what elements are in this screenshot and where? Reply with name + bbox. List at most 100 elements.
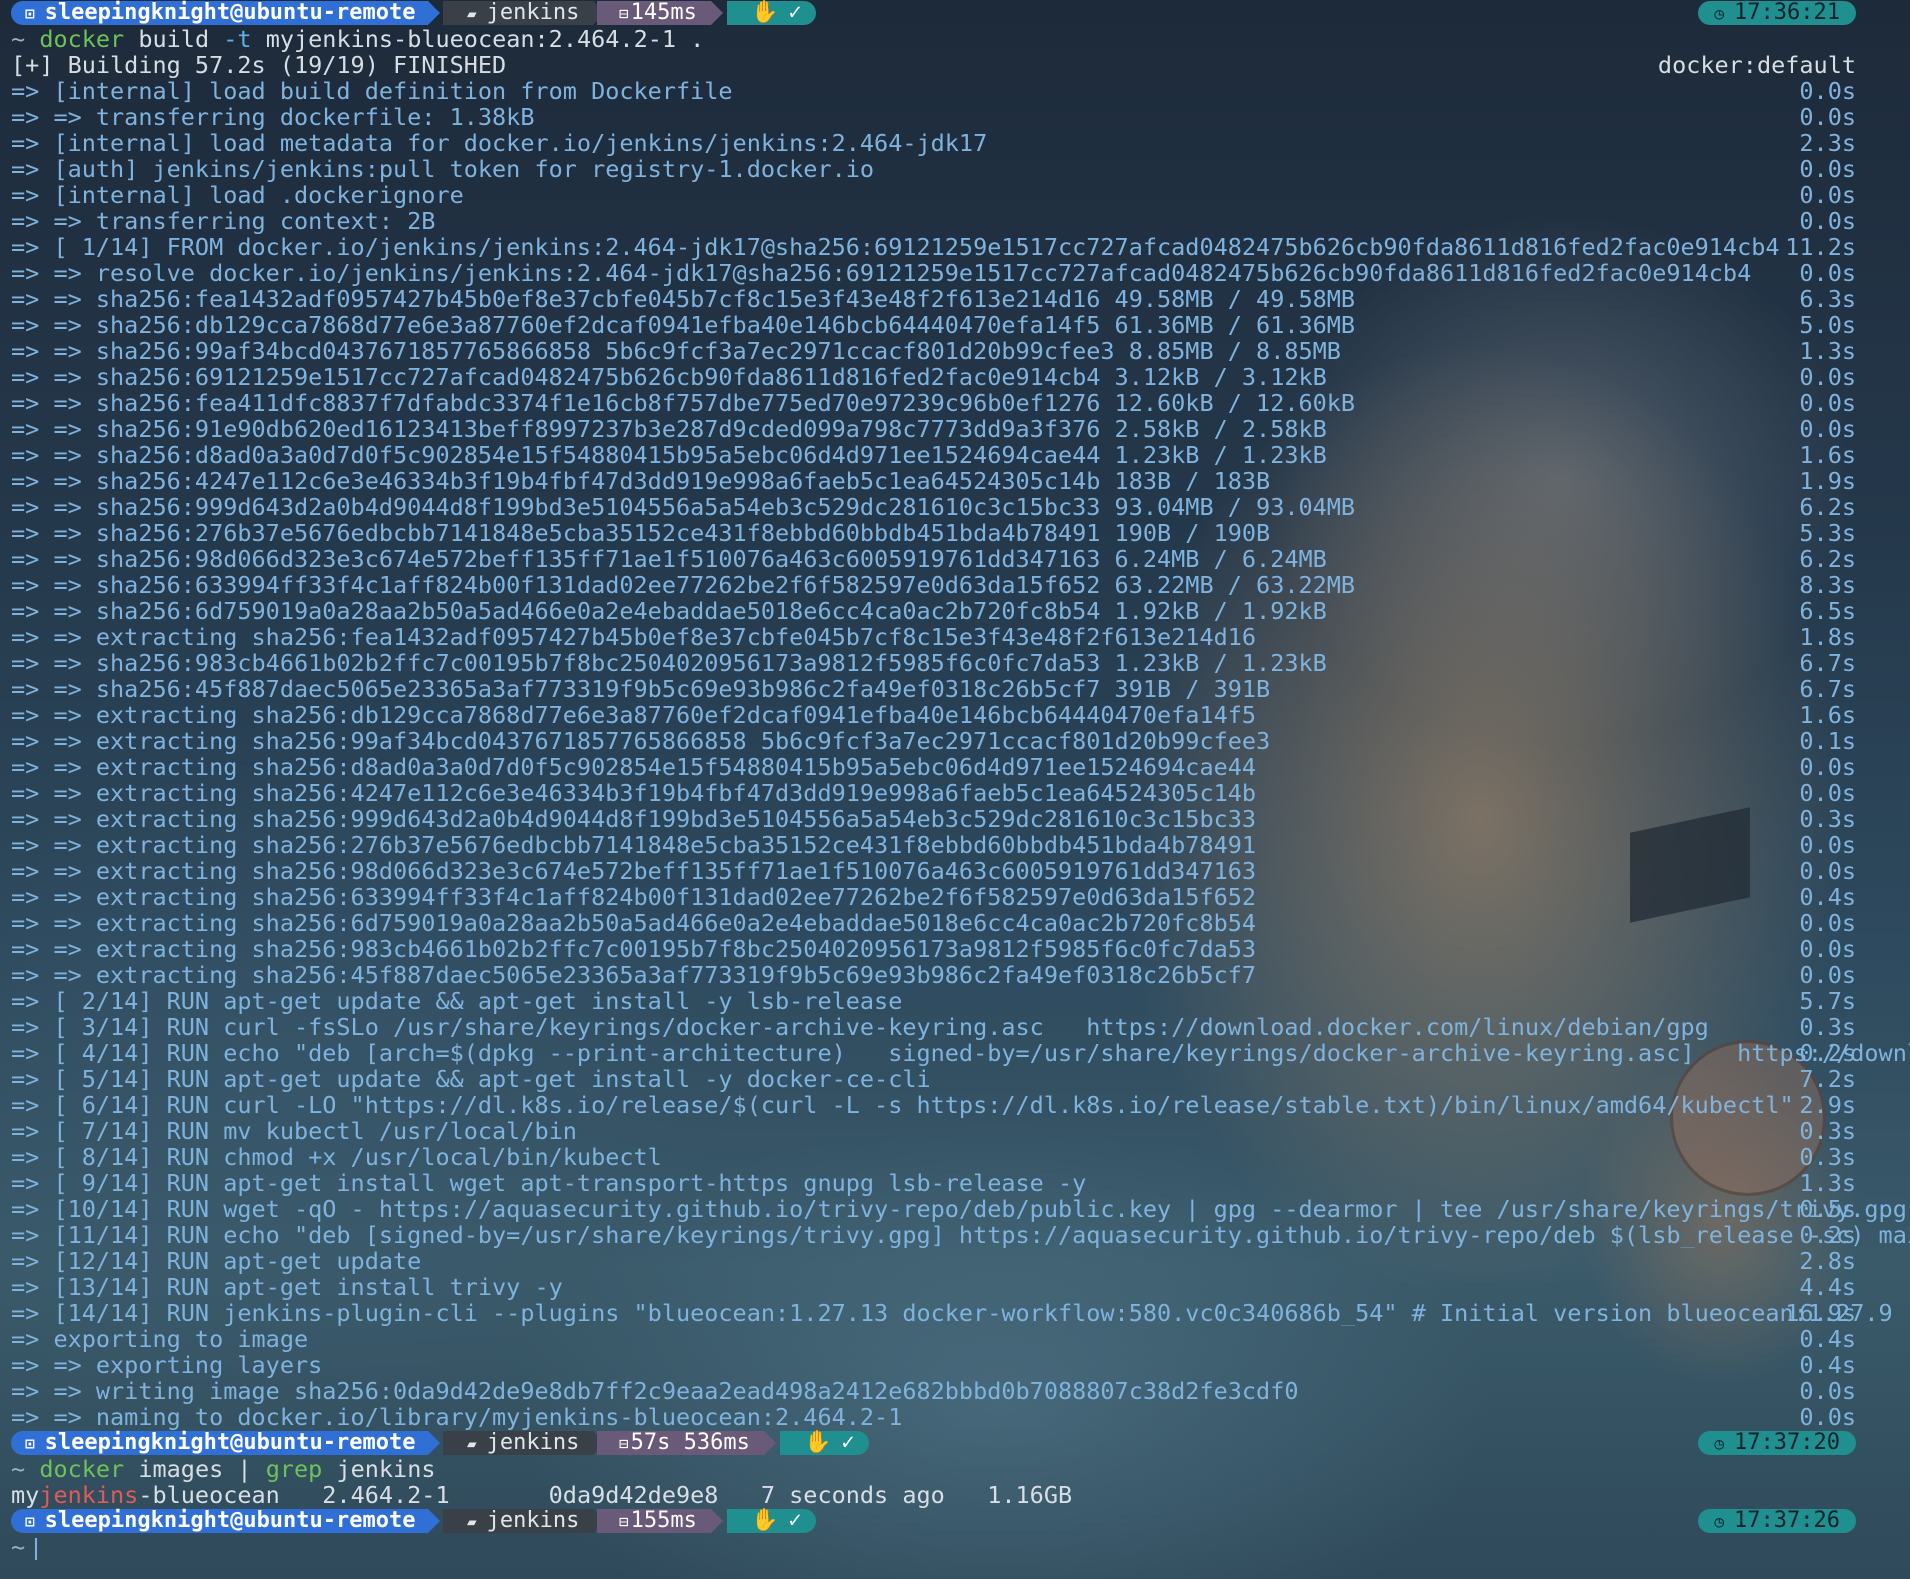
log-line-duration: 0.3s — [1799, 806, 1856, 832]
log-line-duration: 0.0s — [1799, 182, 1856, 208]
log-line-duration: 0.0s — [1799, 754, 1856, 780]
clock-icon: ◷ — [1714, 4, 1725, 23]
log-line: => => sha256:91e90db620ed16123413beff899… — [0, 416, 1910, 442]
log-line: => [ 4/14] RUN echo "deb [arch=$(dpkg --… — [0, 1040, 1910, 1066]
prompt-tilde: ~ — [11, 25, 26, 53]
log-line-text: => => sha256:99af34bcd043767185776586685… — [11, 338, 1341, 364]
log-line: => [auth] jenkins/jenkins:pull token for… — [0, 156, 1910, 182]
log-line: => [13/14] RUN apt-get install trivy -y 4… — [0, 1274, 1910, 1300]
prompt-dir: jenkins — [486, 0, 580, 25]
command-line[interactable]: ~ docker images | grep jenkins — [0, 1456, 1910, 1482]
clock-icon: ◷ — [1714, 1512, 1725, 1531]
log-line-duration: 8.3s — [1799, 572, 1856, 598]
command-grep: grep — [265, 1455, 323, 1483]
prompt-status-segment: ✋ ✓ — [780, 1431, 869, 1455]
prompt-status: ✓ — [788, 0, 802, 25]
build-header: [+] Building 57.2s (19/19) FINISHED docke… — [0, 52, 1910, 78]
prompt-bar: ⊡ sleepingknight@ubuntu-remote ▰ jenkins ⊟… — [0, 1508, 1910, 1534]
log-line-text: => => extracting sha256:d8ad0a3a0d7d0f5c… — [11, 754, 1257, 780]
log-line: => [internal] load .dockerignore 0.0s — [0, 182, 1910, 208]
log-line: => => extracting sha256:d8ad0a3a0d7d0f5c… — [0, 754, 1910, 780]
log-line-text: => => sha256:983cb4661b02b2ffc7c00195b7f… — [11, 650, 1327, 676]
log-line-text: => [ 2/14] RUN apt-get update && apt-get… — [11, 988, 903, 1014]
log-line-duration: 0.2s — [1799, 1222, 1856, 1248]
command-line[interactable]: ~ docker build -t myjenkins-blueocean:2.… — [0, 26, 1910, 52]
terminal-window[interactable]: ⊡ sleepingknight@ubuntu-remote ▰ jenkins ⊟… — [0, 0, 1910, 1579]
prompt-time-segment: ⊟155ms — [597, 1508, 723, 1533]
log-line-text: => => extracting sha256:6d759019a0a28aa2… — [11, 910, 1257, 936]
log-line-text: => => resolve docker.io/jenkins/jenkins:… — [11, 260, 1752, 286]
log-line-duration: 0.0s — [1799, 260, 1856, 286]
log-line: => => extracting sha256:983cb4661b02b2ff… — [0, 936, 1910, 962]
log-line-text: => => sha256:fea1432adf0957427b45b0ef8e3… — [11, 286, 1356, 312]
log-line-text: => => extracting sha256:4247e112c6e3e463… — [11, 780, 1257, 806]
log-line-text: => [ 1/14] FROM docker.io/jenkins/jenkin… — [11, 234, 1780, 260]
prompt-dir: jenkins — [486, 1508, 580, 1533]
log-line: => [ 7/14] RUN mv kubectl /usr/local/bin… — [0, 1118, 1910, 1144]
log-line: => => sha256:d8ad0a3a0d7d0f5c902854e15f5… — [0, 442, 1910, 468]
build-context: docker:default — [1657, 52, 1856, 78]
log-line-text: => [internal] load metadata for docker.i… — [11, 130, 988, 156]
prompt-dir: jenkins — [486, 1430, 580, 1455]
folder-icon: ▰ — [467, 1512, 477, 1531]
log-line-duration: 1.6s — [1799, 442, 1856, 468]
log-line-text: => => extracting sha256:99af34bcd0437671… — [11, 728, 1271, 754]
log-line-text: => exporting to image — [11, 1326, 309, 1352]
images-output-row: myjenkins-blueocean 2.464.2-1 0da9d42de9… — [0, 1482, 1910, 1508]
log-line-text: => [11/14] RUN echo "deb [signed-by=/usr… — [11, 1222, 1910, 1248]
log-line-text: => => transferring context: 2B — [11, 208, 436, 234]
command-exe: docker — [39, 1455, 125, 1483]
log-line-duration: 0.0s — [1799, 390, 1856, 416]
log-line-duration: 6.7s — [1799, 676, 1856, 702]
prompt-elapsed: 155ms — [630, 1508, 697, 1533]
log-line-duration: 6.2s — [1799, 494, 1856, 520]
log-line: => => naming to docker.io/library/myjenk… — [0, 1404, 1910, 1430]
prompt-user-segment: ⊡ sleepingknight@ubuntu-remote — [11, 0, 440, 25]
log-line-text: => [internal] load build definition from… — [11, 78, 733, 104]
log-line-text: => => extracting sha256:983cb4661b02b2ff… — [11, 936, 1257, 962]
log-line-text: => [ 6/14] RUN curl -LO "https://dl.k8s.… — [11, 1092, 1794, 1118]
log-line-text: => => sha256:999d643d2a0b4d9044d8f199bd3… — [11, 494, 1356, 520]
log-line-text: => => sha256:276b37e5676edbcbb7141848e5c… — [11, 520, 1271, 546]
log-line-duration: 2.9s — [1799, 1092, 1856, 1118]
log-line: => [11/14] RUN echo "deb [signed-by=/usr… — [0, 1222, 1910, 1248]
prompt-dir-segment: ▰ jenkins — [443, 0, 606, 25]
log-line-duration: 2.3s — [1799, 130, 1856, 156]
build-status-text: [+] Building 57.2s (19/19) FINISHED — [11, 52, 507, 78]
log-line-text: => [13/14] RUN apt-get install trivy -y — [11, 1274, 563, 1300]
prompt-elapsed: 57s 536ms — [630, 1430, 750, 1455]
log-line-text: => => sha256:fea411dfc8837f7dfabdc3374f1… — [11, 390, 1356, 416]
log-line: => => sha256:45f887daec5065e23365a3af773… — [0, 676, 1910, 702]
log-line-text: => => writing image sha256:0da9d42de9e8d… — [11, 1378, 1299, 1404]
log-line-duration: 0.4s — [1799, 1326, 1856, 1352]
prompt-elapsed: 145ms — [630, 0, 697, 25]
log-line: => => extracting sha256:6d759019a0a28aa2… — [0, 910, 1910, 936]
log-line: => => extracting sha256:99af34bcd0437671… — [0, 728, 1910, 754]
log-line-duration: 0.4s — [1799, 1352, 1856, 1378]
hand-icon: ✋ — [804, 1430, 832, 1455]
command-exe: docker — [39, 25, 125, 53]
command-args: myjenkins-blueocean:2.464.2-1 . — [265, 25, 705, 53]
log-line-text: => => extracting sha256:276b37e5676edbcb… — [11, 832, 1257, 858]
log-line-text: => => sha256:6d759019a0a28aa2b50a5ad466e… — [11, 598, 1327, 624]
log-line: => => extracting sha256:276b37e5676edbcb… — [0, 832, 1910, 858]
log-line-text: => => extracting sha256:633994ff33f4c1af… — [11, 884, 1257, 910]
log-line-text: => [12/14] RUN apt-get update — [11, 1248, 422, 1274]
log-line-text: => => sha256:91e90db620ed16123413beff899… — [11, 416, 1327, 442]
text-cursor — [35, 1537, 38, 1560]
prompt-bar: ⊡ sleepingknight@ubuntu-remote ▰ jenkins ⊟… — [0, 0, 1910, 26]
log-line-duration: 0.0s — [1799, 78, 1856, 104]
log-line: => => sha256:98d066d323e3c674e572beff135… — [0, 546, 1910, 572]
log-line-duration: 0.1s — [1799, 728, 1856, 754]
prompt-user-host: sleepingknight@ubuntu-remote — [44, 0, 416, 25]
log-line-text: => [14/14] RUN jenkins-plugin-cli --plug… — [11, 1300, 1893, 1326]
prompt-clock: 17:37:20 — [1734, 1430, 1840, 1455]
log-line-duration: 6.7s — [1799, 650, 1856, 676]
log-line-duration: 2.8s — [1799, 1248, 1856, 1274]
log-line-text: => => exporting layers — [11, 1352, 323, 1378]
log-line: => => sha256:fea411dfc8837f7dfabdc3374f1… — [0, 390, 1910, 416]
prompt-tilde: ~ — [11, 1455, 26, 1483]
command-input[interactable]: ~ — [0, 1534, 1910, 1560]
log-line-text: => [internal] load .dockerignore — [11, 182, 464, 208]
prompt-clock-segment: ◷ 17:36:21 — [1698, 1, 1856, 25]
